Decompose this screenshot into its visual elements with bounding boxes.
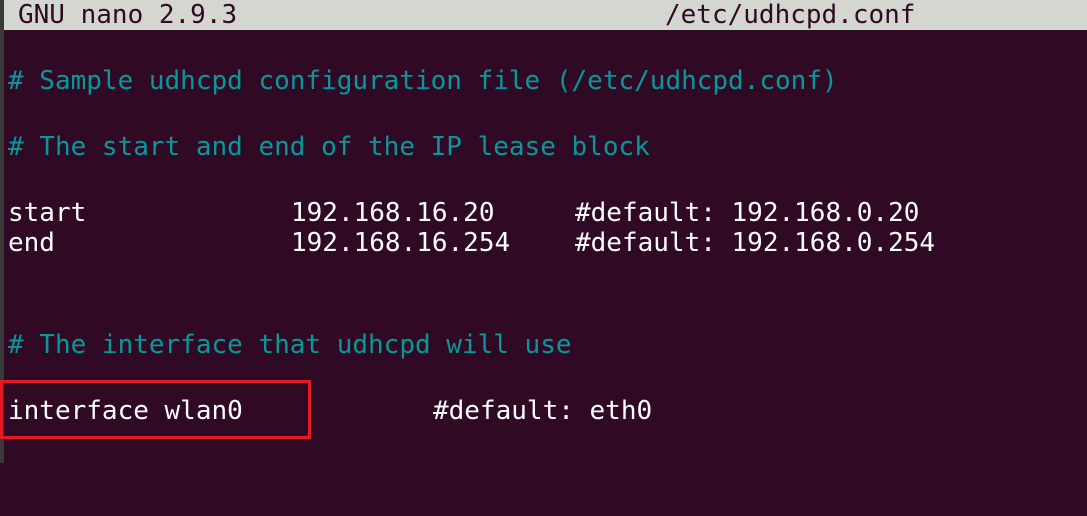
file-path: /etc/udhcpd.conf [665, 0, 916, 30]
end-value: 192.168.16.254 [291, 228, 511, 258]
config-line-start: start 192.168.16.20 #default: 192.168.0.… [8, 198, 1078, 228]
start-default-comment: #default: 192.168.0.20 [575, 198, 920, 228]
highlight-box [0, 380, 311, 439]
comment-interface: # The interface that udhcpd will use [8, 330, 572, 360]
nano-title-bar: GNU nano 2.9.3 /etc/udhcpd.conf [4, 0, 1087, 30]
interface-default-comment: #default: eth0 [433, 396, 653, 426]
comment-sample-config: # Sample udhcpd configuration file (/etc… [8, 66, 838, 96]
end-default-comment: #default: 192.168.0.254 [575, 228, 936, 258]
comment-lease-block: # The start and end of the IP lease bloc… [8, 132, 650, 162]
app-version: GNU nano 2.9.3 [18, 0, 238, 30]
end-key: end [8, 228, 55, 258]
start-key: start [8, 198, 87, 228]
config-line-end: end 192.168.16.254 #default: 192.168.0.2… [8, 228, 1078, 258]
start-value: 192.168.16.20 [291, 198, 495, 228]
